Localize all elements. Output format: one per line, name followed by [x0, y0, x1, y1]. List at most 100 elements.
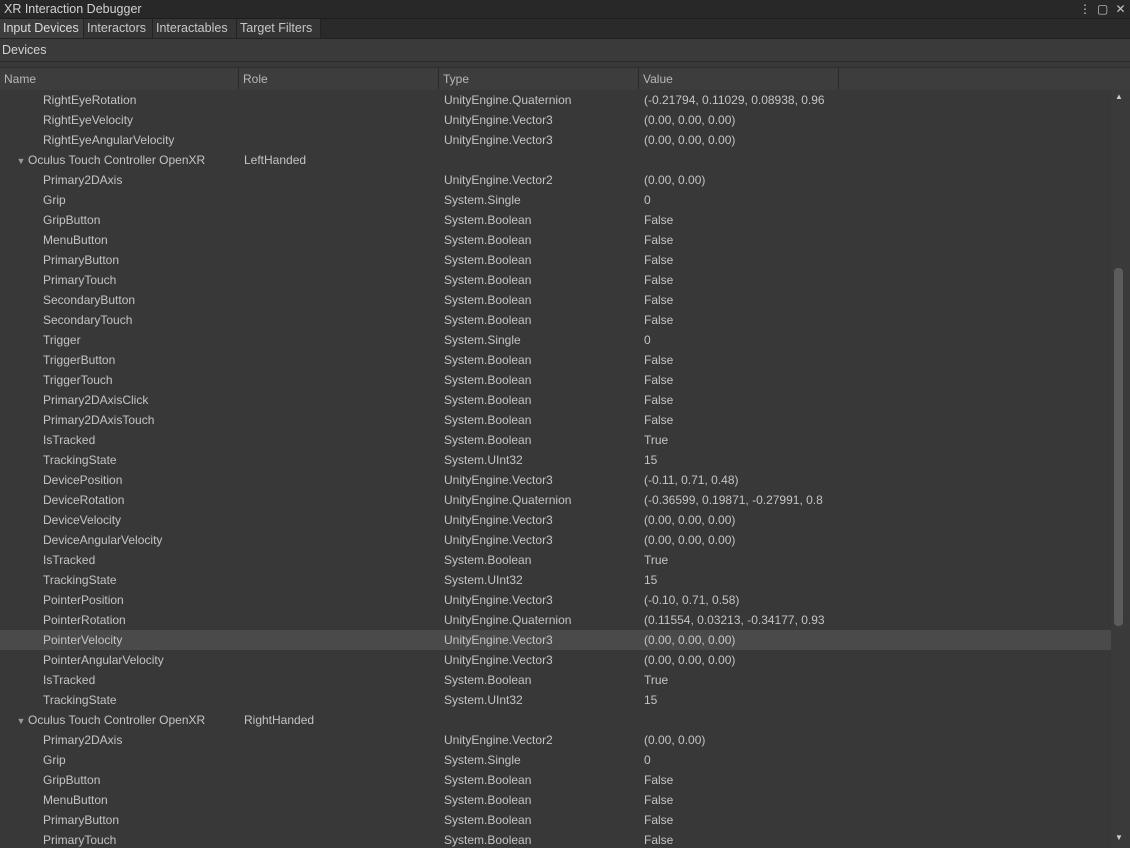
table-row[interactable]: SecondaryButton System.Boolean False [0, 290, 1111, 310]
table-row[interactable]: DeviceRotation UnityEngine.Quaternion (-0.… [0, 490, 1111, 510]
scroll-up-arrow-icon[interactable]: ▲ [1115, 92, 1123, 101]
type-cell: UnityEngine.Vector3 [444, 653, 553, 667]
table-row[interactable]: PointerVelocity UnityEngine.Vector3 (0.00,… [0, 630, 1111, 650]
column-name-header[interactable]: Name [4, 72, 36, 86]
name-cell: IsTracked [0, 550, 281, 570]
type-cell: System.Single [444, 193, 521, 207]
column-divider[interactable] [238, 68, 239, 90]
name-cell: DeviceRotation [0, 490, 281, 510]
value-cell: True [644, 433, 669, 447]
name-cell: IsTracked [0, 670, 281, 690]
table-row[interactable]: GripButton System.Boolean False [0, 210, 1111, 230]
value-cell: 15 [644, 573, 658, 587]
name-text: PrimaryTouch [43, 273, 117, 287]
maximize-icon[interactable]: ▢ [1097, 0, 1108, 18]
column-divider[interactable] [438, 68, 439, 90]
type-cell: UnityEngine.Vector2 [444, 173, 553, 187]
table-row[interactable]: IsTracked System.Boolean True [0, 670, 1111, 690]
column-role-header[interactable]: Role [243, 72, 268, 86]
type-cell: System.UInt32 [444, 573, 523, 587]
table-row[interactable]: Primary2DAxisTouch System.Boolean False [0, 410, 1111, 430]
name-text: DeviceRotation [43, 493, 125, 507]
column-divider[interactable] [638, 68, 639, 90]
table-row[interactable]: Trigger System.Single 0 [0, 330, 1111, 350]
name-text: PointerRotation [43, 613, 126, 627]
type-cell: UnityEngine.Vector3 [444, 113, 553, 127]
column-type-header[interactable]: Type [443, 72, 469, 86]
name-cell: PointerVelocity [0, 630, 281, 650]
table-row[interactable]: Primary2DAxis UnityEngine.Vector2 (0.00, 0… [0, 730, 1111, 750]
name-text: DevicePosition [43, 473, 123, 487]
table-row[interactable]: RightEyeRotation UnityEngine.Quaternion (-… [0, 90, 1111, 110]
table-row[interactable]: DevicePosition UnityEngine.Vector3 (-0.11,… [0, 470, 1111, 490]
table-row[interactable]: MenuButton System.Boolean False [0, 230, 1111, 250]
name-text: PointerPosition [43, 593, 124, 607]
tab-interactors[interactable]: Interactors [84, 19, 153, 38]
table-row[interactable]: RightEyeAngularVelocity UnityEngine.Vecto… [0, 130, 1111, 150]
name-cell: RightEyeAngularVelocity [0, 130, 281, 150]
device-row[interactable]: ▼ Oculus Touch Controller OpenXR LeftHande… [0, 150, 1111, 170]
table-row[interactable]: RightEyeVelocity UnityEngine.Vector3 (0.00… [0, 110, 1111, 130]
table-row[interactable]: PointerAngularVelocity UnityEngine.Vector… [0, 650, 1111, 670]
table-row[interactable]: TrackingState System.UInt32 15 [0, 570, 1111, 590]
device-row[interactable]: ▼ Oculus Touch Controller OpenXR RightHand… [0, 710, 1111, 730]
table-row[interactable]: PointerRotation UnityEngine.Quaternion (0.… [0, 610, 1111, 630]
role-cell: RightHanded [244, 713, 315, 727]
tab-interactables[interactable]: Interactables [153, 19, 237, 38]
table-row[interactable]: IsTracked System.Boolean True [0, 550, 1111, 570]
type-cell: System.Boolean [444, 833, 532, 847]
value-cell: 0 [644, 193, 651, 207]
table-row[interactable]: TrackingState System.UInt32 15 [0, 690, 1111, 710]
table-row[interactable]: IsTracked System.Boolean True [0, 430, 1111, 450]
type-cell: System.Single [444, 753, 521, 767]
scroll-down-arrow-icon[interactable]: ▼ [1115, 833, 1123, 842]
value-cell: False [644, 253, 674, 267]
table-row[interactable]: Primary2DAxisClick System.Boolean False [0, 390, 1111, 410]
name-text: Primary2DAxisClick [43, 393, 149, 407]
name-cell: TriggerButton [0, 350, 281, 370]
table-row[interactable]: TrackingState System.UInt32 15 [0, 450, 1111, 470]
table-row[interactable]: PointerPosition UnityEngine.Vector3 (-0.10… [0, 590, 1111, 610]
name-cell: DevicePosition [0, 470, 281, 490]
table-row[interactable]: GripButton System.Boolean False [0, 770, 1111, 790]
tab-target-filters[interactable]: Target Filters [237, 19, 321, 38]
table-row[interactable]: Grip System.Single 0 [0, 190, 1111, 210]
name-text: RightEyeAngularVelocity [43, 133, 175, 147]
close-icon[interactable]: ✕ [1115, 0, 1126, 18]
triangle-down-icon[interactable]: ▼ [16, 711, 26, 731]
table-row[interactable]: PrimaryButton System.Boolean False [0, 810, 1111, 830]
table-row[interactable]: PrimaryTouch System.Boolean False [0, 830, 1111, 848]
name-text: MenuButton [43, 793, 108, 807]
vertical-scrollbar[interactable]: ▲ ▼ [1111, 90, 1130, 848]
column-divider[interactable] [838, 68, 839, 90]
value-cell: False [644, 373, 674, 387]
table-row[interactable]: SecondaryTouch System.Boolean False [0, 310, 1111, 330]
type-cell: System.Boolean [444, 253, 532, 267]
window-controls: ⋮ ▢ ✕ [1079, 0, 1126, 18]
table-row[interactable]: MenuButton System.Boolean False [0, 790, 1111, 810]
value-cell: True [644, 553, 669, 567]
tab-input-devices[interactable]: Input Devices [0, 19, 84, 38]
name-text: IsTracked [43, 433, 96, 447]
name-cell: PointerAngularVelocity [0, 650, 281, 670]
kebab-menu-icon[interactable]: ⋮ [1079, 0, 1091, 18]
triangle-down-icon[interactable]: ▼ [16, 151, 26, 171]
scrollbar-thumb[interactable] [1114, 268, 1123, 626]
name-text: RightEyeVelocity [43, 113, 134, 127]
table-row[interactable]: Primary2DAxis UnityEngine.Vector2 (0.00, 0… [0, 170, 1111, 190]
table-row[interactable]: Grip System.Single 0 [0, 750, 1111, 770]
type-cell: UnityEngine.Quaternion [444, 613, 572, 627]
name-cell: SecondaryTouch [0, 310, 281, 330]
table-row[interactable]: PrimaryTouch System.Boolean False [0, 270, 1111, 290]
table-row[interactable]: TriggerButton System.Boolean False [0, 350, 1111, 370]
value-cell: False [644, 793, 674, 807]
name-text: DeviceVelocity [43, 513, 122, 527]
table-row[interactable]: DeviceAngularVelocity UnityEngine.Vector3… [0, 530, 1111, 550]
device-tree-table: RightEyeRotation UnityEngine.Quaternion (-… [0, 90, 1111, 848]
column-value-header[interactable]: Value [643, 72, 673, 86]
table-row[interactable]: PrimaryButton System.Boolean False [0, 250, 1111, 270]
table-row[interactable]: DeviceVelocity UnityEngine.Vector3 (0.00, … [0, 510, 1111, 530]
value-cell: True [644, 673, 669, 687]
type-cell: System.UInt32 [444, 453, 523, 467]
table-row[interactable]: TriggerTouch System.Boolean False [0, 370, 1111, 390]
